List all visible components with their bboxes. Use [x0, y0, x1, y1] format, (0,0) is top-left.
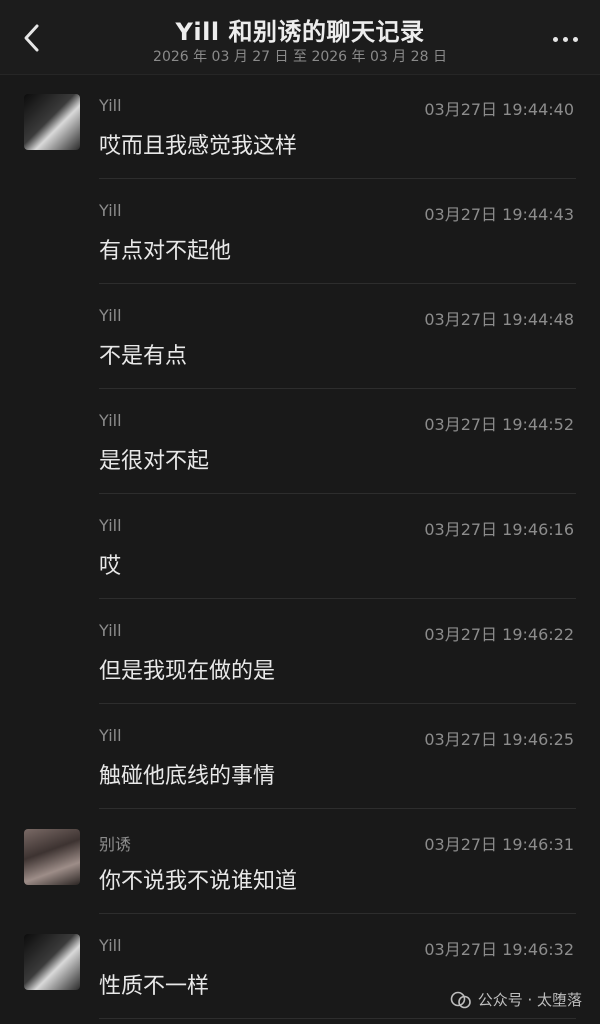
message-item[interactable]: Yill 03月27日 19:44:48 不是有点 [0, 284, 600, 389]
sender-name: Yill [99, 621, 122, 640]
message-item[interactable]: Yill 03月27日 19:46:22 但是我现在做的是 [0, 599, 600, 704]
divider [99, 1018, 576, 1019]
avatar[interactable] [24, 829, 80, 885]
page-title: Yill 和别诱的聊天记录 [175, 18, 425, 46]
message-text: 是很对不起 [99, 449, 210, 474]
more-horizontal-icon [552, 36, 558, 42]
message-time: 03月27日 19:44:40 [424, 100, 574, 119]
message-item[interactable]: Yill 03月27日 19:44:52 是很对不起 [0, 389, 600, 494]
more-button[interactable] [544, 24, 586, 54]
more-dot [572, 36, 578, 42]
message-text: 但是我现在做的是 [99, 659, 276, 684]
message-item[interactable]: Yill 03月27日 19:44:43 有点对不起他 [0, 179, 600, 284]
sender-name: Yill [99, 516, 122, 535]
top-bar: Yill 和别诱的聊天记录 2026 年 03 月 27 日 至 2026 年 … [0, 0, 600, 75]
watermark-text: 公众号 · 太堕落 [477, 991, 582, 1009]
message-item[interactable]: Yill 03月27日 19:46:16 哎 [0, 494, 600, 599]
message-item[interactable]: Yill 03月27日 19:46:25 触碰他底线的事情 [0, 704, 600, 809]
message-item[interactable]: Yill 03月27日 19:44:40 哎而且我感觉我这样 [0, 74, 600, 179]
message-text: 不是有点 [99, 344, 188, 369]
message-time: 03月27日 19:46:31 [424, 835, 574, 854]
message-time: 03月27日 19:46:32 [424, 940, 574, 959]
avatar[interactable] [24, 934, 80, 990]
message-time: 03月27日 19:44:43 [424, 205, 574, 224]
sender-name: Yill [99, 201, 122, 220]
message-time: 03月27日 19:46:16 [424, 520, 574, 539]
message-text: 触碰他底线的事情 [99, 764, 276, 789]
sender-name: Yill [99, 936, 122, 955]
message-text: 有点对不起他 [99, 239, 232, 264]
sender-name: Yill [99, 96, 122, 115]
sender-name: Yill [99, 411, 122, 430]
sender-name: 别诱 [99, 835, 132, 854]
message-time: 03月27日 19:44:48 [424, 310, 574, 329]
wechat-official-account-icon [450, 991, 471, 1008]
date-range: 2026 年 03 月 27 日 至 2026 年 03 月 28 日 [153, 49, 447, 65]
message-item[interactable]: 别诱 03月27日 19:46:31 你不说我不说谁知道 [0, 809, 600, 914]
message-text: 哎 [99, 554, 122, 579]
message-time: 03月27日 19:44:52 [424, 415, 574, 434]
avatar[interactable] [24, 94, 80, 150]
sender-name: Yill [99, 726, 122, 745]
message-text: 哎而且我感觉我这样 [99, 134, 298, 159]
message-time: 03月27日 19:46:22 [424, 625, 574, 644]
watermark: 公众号 · 太堕落 [450, 989, 582, 1010]
message-text: 你不说我不说谁知道 [99, 869, 298, 894]
sender-name: Yill [99, 306, 122, 325]
message-text: 性质不一样 [99, 974, 210, 999]
message-time: 03月27日 19:46:25 [424, 730, 574, 749]
more-dot [562, 36, 568, 42]
